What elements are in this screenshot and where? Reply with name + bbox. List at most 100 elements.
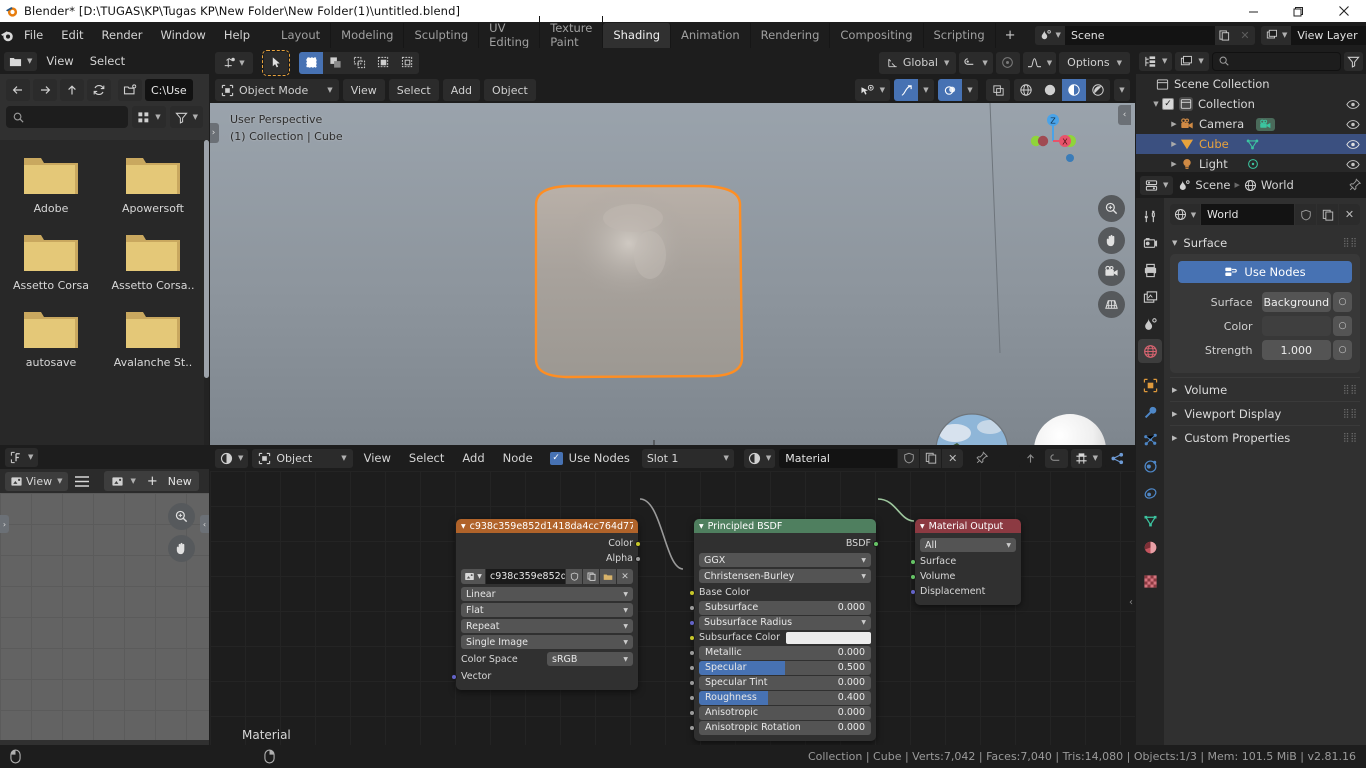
new-image-button[interactable]: ▼ + New bbox=[104, 471, 199, 491]
material-slot-selector[interactable]: Slot 1 ▼ bbox=[642, 449, 734, 468]
roughness-slider[interactable]: Roughness 0.400 bbox=[699, 691, 871, 705]
subsurface-color-swatch[interactable] bbox=[786, 632, 871, 644]
shader-menu-add[interactable]: Add bbox=[455, 448, 491, 468]
shader-type-selector[interactable]: Object ▼ bbox=[252, 449, 352, 468]
socket-dot[interactable] bbox=[689, 590, 695, 596]
node-input-subsurface-color[interactable]: Subsurface Color bbox=[699, 630, 871, 645]
select-subtract-icon[interactable] bbox=[347, 52, 371, 74]
rendered-shading-icon[interactable] bbox=[1086, 79, 1110, 101]
node-input-volume[interactable]: Volume bbox=[920, 569, 1016, 584]
source-dropdown[interactable]: Single Image▼ bbox=[461, 635, 633, 649]
use-nodes-toggle[interactable]: ✓ Use Nodes bbox=[550, 451, 630, 465]
socket-dot[interactable] bbox=[689, 620, 695, 626]
properties-tab-object[interactable] bbox=[1138, 373, 1162, 397]
panel-header-custom-properties[interactable]: ▶ Custom Properties ⣿⣿ bbox=[1170, 425, 1360, 449]
node-input-subsurface-radius[interactable]: Subsurface Radius▼ bbox=[699, 615, 871, 630]
new-folder-icon[interactable] bbox=[118, 79, 142, 101]
pin-icon[interactable] bbox=[1348, 178, 1362, 192]
shader-menu-view[interactable]: View bbox=[357, 448, 398, 468]
outliner-search-input[interactable] bbox=[1212, 52, 1341, 71]
refresh-icon[interactable] bbox=[87, 79, 111, 101]
file-item[interactable]: Adobe bbox=[0, 152, 102, 215]
animate-property-dot[interactable]: ○ bbox=[1333, 340, 1352, 360]
file-item[interactable]: Assetto Corsa.. bbox=[102, 229, 204, 292]
close-button[interactable] bbox=[1321, 0, 1366, 22]
forward-icon[interactable] bbox=[33, 79, 57, 101]
expand-triangle[interactable]: ▶ bbox=[1168, 120, 1180, 128]
socket-dot[interactable] bbox=[689, 665, 695, 671]
material-browse-icon[interactable]: ▼ bbox=[744, 449, 775, 468]
properties-tab-tool[interactable] bbox=[1138, 204, 1162, 228]
file-item[interactable]: Avalanche St.. bbox=[102, 306, 204, 369]
file-browser-menu-select[interactable]: Select bbox=[83, 51, 132, 71]
outliner-row-cube[interactable]: ▶ Cube bbox=[1136, 134, 1366, 154]
properties-tab-render[interactable] bbox=[1138, 231, 1162, 255]
socket-dot[interactable] bbox=[689, 605, 695, 611]
metallic-slider[interactable]: Metallic 0.000 bbox=[699, 646, 871, 660]
gizmo-options-chevron[interactable]: ▼ bbox=[918, 79, 934, 101]
color-space-dropdown[interactable]: sRGB▼ bbox=[547, 652, 633, 666]
workspace-tab-rendering[interactable]: Rendering bbox=[751, 23, 831, 48]
socket-dot[interactable] bbox=[635, 541, 641, 547]
viewport-toolbar-toggle[interactable]: › bbox=[210, 123, 219, 143]
viewport-menu-select[interactable]: Select bbox=[389, 79, 439, 101]
image-name-field[interactable]: c938c359e852d1... bbox=[486, 569, 565, 584]
proportional-falloff-selector[interactable]: ▼ bbox=[1023, 52, 1056, 74]
properties-tab-column[interactable] bbox=[1136, 198, 1164, 745]
snap-mode-selector[interactable]: ▼ bbox=[1071, 449, 1102, 468]
socket-dot[interactable] bbox=[689, 725, 695, 731]
proportional-editing-toggle[interactable] bbox=[996, 52, 1020, 74]
properties-tab-data[interactable] bbox=[1138, 508, 1162, 532]
menu-file[interactable]: File bbox=[15, 25, 52, 45]
display-mode-selector[interactable]: ▼ bbox=[132, 106, 165, 128]
overlays-options-chevron[interactable]: ▼ bbox=[962, 79, 978, 101]
socket-dot[interactable] bbox=[689, 695, 695, 701]
image-icon[interactable]: ▼ bbox=[461, 569, 485, 584]
anisotropic-rotation-slider[interactable]: Anisotropic Rotation 0.000 bbox=[699, 721, 871, 735]
interpolation-dropdown[interactable]: Linear▼ bbox=[461, 587, 633, 601]
search-input[interactable] bbox=[6, 106, 128, 128]
shader-editor-type-icon[interactable]: ▼ bbox=[215, 449, 248, 468]
node-header[interactable]: ▼ Material Output bbox=[915, 519, 1021, 533]
visibility-selector[interactable]: ▼ bbox=[855, 79, 890, 101]
select-extend-icon[interactable] bbox=[323, 52, 347, 74]
workspace-tab-compositing[interactable]: Compositing bbox=[830, 23, 923, 48]
world-name-field[interactable]: World bbox=[1201, 204, 1294, 225]
socket-dot[interactable] bbox=[910, 559, 916, 565]
shield-icon[interactable] bbox=[898, 449, 919, 468]
panel-header-volume[interactable]: ▶ Volume ⣿⣿ bbox=[1170, 377, 1360, 401]
node-input-specular[interactable]: Specular 0.500 bbox=[699, 660, 871, 675]
outliner-editor-type-icon[interactable]: ▼ bbox=[1139, 52, 1172, 71]
node-output-color[interactable]: Color bbox=[461, 536, 633, 551]
shader-menu-node[interactable]: Node bbox=[496, 448, 540, 468]
overlays-toggle[interactable] bbox=[938, 79, 962, 101]
back-icon[interactable] bbox=[6, 79, 30, 101]
node-input-specular-tint[interactable]: Specular Tint 0.000 bbox=[699, 675, 871, 690]
menu-render[interactable]: Render bbox=[93, 25, 152, 45]
go-to-parent-icon[interactable] bbox=[1019, 449, 1042, 468]
image-editor-sidebar-toggle[interactable]: ‹ bbox=[200, 515, 209, 533]
outliner-row-camera[interactable]: ▶ Camera bbox=[1136, 114, 1366, 134]
viewport-menu-view[interactable]: View bbox=[343, 79, 385, 101]
color-swatch[interactable] bbox=[1262, 316, 1331, 336]
use-nodes-button[interactable]: Use Nodes bbox=[1178, 261, 1352, 283]
specular-slider[interactable]: Specular 0.500 bbox=[699, 661, 871, 675]
gizmo-toggle[interactable] bbox=[894, 79, 918, 101]
expand-triangle[interactable]: ▼ bbox=[1150, 100, 1162, 108]
outliner-tree[interactable]: Scene Collection ▼ ✓ Collection ▶ Camera bbox=[1136, 74, 1366, 174]
shader-node-canvas[interactable]: Material ▼ c938c359e852d1418da4cc764d771… bbox=[210, 471, 1135, 745]
distribution-dropdown[interactable]: GGX▼ bbox=[699, 553, 871, 567]
copy-icon[interactable] bbox=[1317, 204, 1338, 225]
properties-tab-view-layer[interactable] bbox=[1138, 285, 1162, 309]
filter-icon[interactable]: ▼ bbox=[170, 106, 203, 128]
properties-tab-world[interactable] bbox=[1138, 339, 1162, 363]
viewport-canvas[interactable]: User Perspective (1) Collection | Cube bbox=[210, 103, 1135, 445]
socket-dot[interactable] bbox=[635, 556, 641, 562]
blender-menu-icon[interactable] bbox=[0, 28, 15, 43]
subsurface-method-dropdown[interactable]: Christensen-Burley▼ bbox=[699, 569, 871, 583]
collapse-triangle-icon[interactable]: ▼ bbox=[461, 523, 466, 530]
viewport-menu-add[interactable]: Add bbox=[443, 79, 480, 101]
up-icon[interactable] bbox=[60, 79, 84, 101]
properties-tab-material[interactable] bbox=[1138, 535, 1162, 559]
camera-data-icon[interactable] bbox=[1256, 118, 1275, 131]
